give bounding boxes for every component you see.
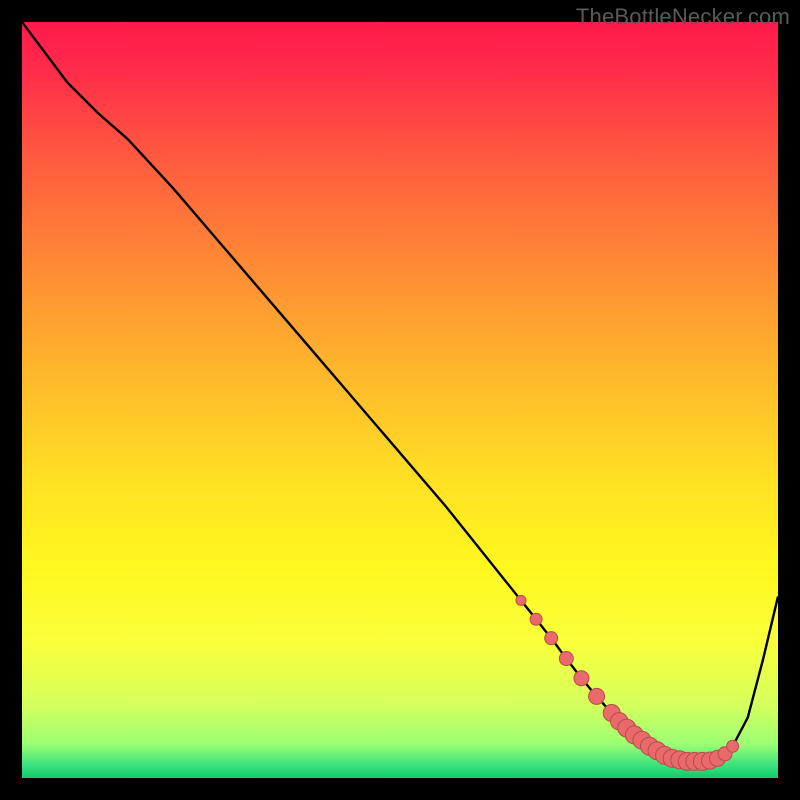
- highlight-dot: [516, 595, 526, 605]
- highlight-dot: [574, 671, 589, 686]
- watermark-label: TheBottleNecker.com: [576, 4, 790, 30]
- highlight-dot: [530, 613, 542, 625]
- highlight-dot: [727, 740, 739, 752]
- bottleneck-chart: [22, 22, 778, 778]
- highlight-dot: [559, 652, 573, 666]
- highlight-dot: [545, 632, 558, 645]
- gradient-background: [22, 22, 778, 778]
- chart-stage: TheBottleNecker.com: [0, 0, 800, 800]
- highlight-dot: [589, 688, 605, 704]
